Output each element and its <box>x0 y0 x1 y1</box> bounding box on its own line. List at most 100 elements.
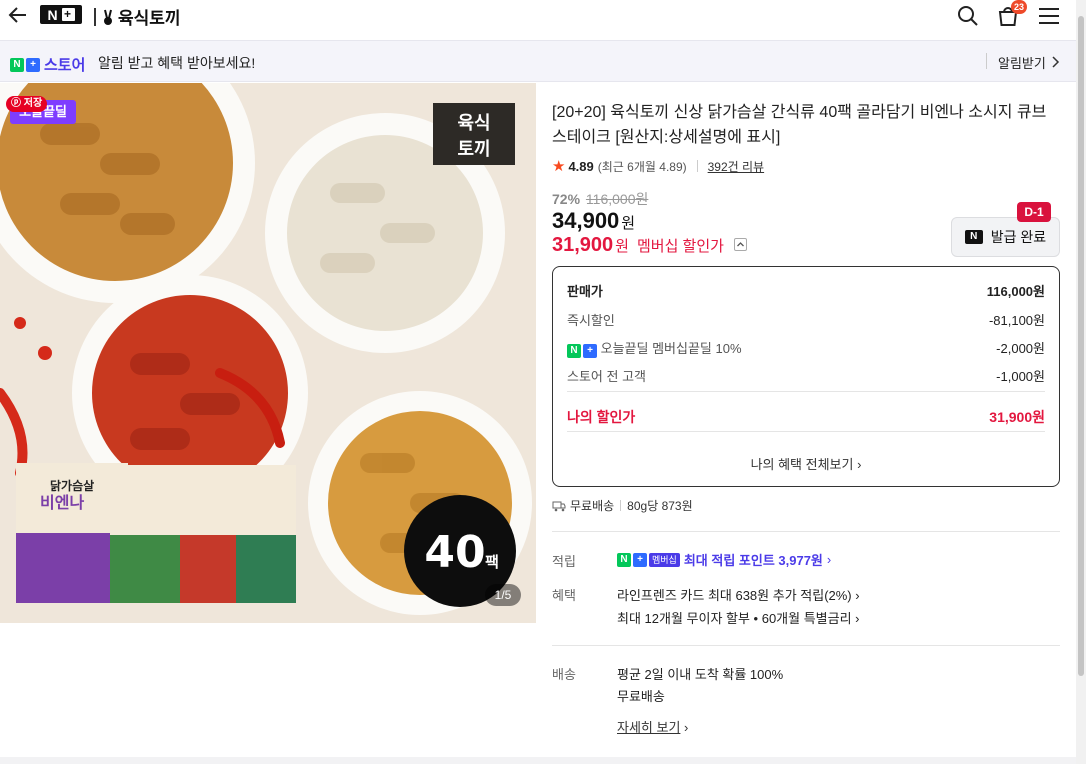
all-benefits-label: 나의 혜택 전체보기 <box>750 457 854 472</box>
chevron-right-icon[interactable] <box>1050 55 1060 69</box>
delivery-label: 배송 <box>552 667 576 682</box>
image-pager: 1/5 <box>485 584 521 606</box>
naver-plus-logo[interactable]: N + <box>40 5 82 24</box>
card-benefit-link[interactable]: 라인프렌즈 카드 최대 638원 추가 적립(2%) › <box>617 585 860 604</box>
store-label: 스토어 <box>44 57 86 74</box>
svg-text:비엔나: 비엔나 <box>40 493 84 512</box>
delivery-probability: 평균 2일 이내 도착 확률 100% <box>617 667 784 682</box>
brand-name: 육식토끼 <box>118 9 181 28</box>
breakdown-value: -81,100원 <box>988 313 1045 328</box>
chevron-right-icon: › <box>684 720 689 735</box>
member-price-unit: 원 <box>615 238 629 255</box>
top-header: N + 육식토끼 23 <box>0 0 1076 32</box>
chevron-right-icon: › <box>826 552 832 567</box>
original-price: 116,000원 <box>585 191 649 207</box>
svg-text:토끼: 토끼 <box>457 139 490 160</box>
star-icon: ★ <box>552 158 566 175</box>
breakdown-label: 즉시할인 <box>567 313 615 328</box>
breakdown-row: N + 오늘끝딜 멤버십끝딜 10% -2,000원 <box>567 338 1045 358</box>
chevron-up-icon[interactable] <box>733 238 747 252</box>
bottom-band <box>0 757 1076 764</box>
back-arrow-icon[interactable] <box>6 3 30 27</box>
subscribe-alarm-button[interactable]: 알림받기 <box>998 53 1046 72</box>
food-photo-illustration: 육식 토끼 닭가슴살 비엔나 40 팩 <box>0 83 536 623</box>
store-brand[interactable]: 육식토끼 <box>94 4 181 29</box>
unit-price: 80g당 873원 <box>627 499 693 513</box>
breakdown-value: 116,000원 <box>986 284 1045 299</box>
price-breakdown-box: 판매가 116,000원 즉시할인 -81,100원 N + 오늘끝딜 멤버십끝딜 1… <box>552 266 1060 487</box>
plus-icon: + <box>583 344 597 358</box>
delivery-detail-link[interactable]: 자세히 보기 › <box>617 717 688 736</box>
pinterest-save-button[interactable]: ⓟ 저장 <box>6 96 48 112</box>
breakdown-label-wrap: N + 오늘끝딜 멤버십끝딜 10% <box>567 338 742 358</box>
breakdown-value: -1,000원 <box>996 369 1045 384</box>
installment-benefit-text: 최대 12개월 무이자 할부 • 60개월 특별금리 <box>617 611 852 626</box>
save-label: 저장 <box>23 98 43 109</box>
nplus-store-logo: N + 스토어 <box>10 54 85 75</box>
svg-text:닭가슴살: 닭가슴살 <box>50 478 94 493</box>
rating-recent: (최근 6개월 4.89) <box>598 158 687 175</box>
search-icon[interactable] <box>955 3 981 29</box>
breakdown-label: 오늘끝딜 멤버십끝딜 10% <box>600 341 742 356</box>
vertical-scrollbar[interactable] <box>1076 0 1086 764</box>
shipping-row: 무료배송 80g당 873원 <box>552 497 693 514</box>
rating-score: 4.89 <box>568 158 594 174</box>
breakdown-value: -2,000원 <box>996 341 1045 356</box>
truck-icon <box>552 501 566 511</box>
naver-n-icon: N <box>964 230 983 244</box>
notice-divider <box>986 53 987 69</box>
menu-icon[interactable] <box>1036 3 1062 29</box>
max-points-text: 최대 적립 포인트 3,977원 <box>683 553 823 568</box>
rating-divider <box>696 160 698 172</box>
coupon-issued-button[interactable]: N 발급 완료 <box>951 217 1060 257</box>
cart-count-badge: 23 <box>1011 0 1027 14</box>
brand-divider <box>94 7 96 26</box>
breakdown-divider <box>567 391 1045 392</box>
member-price-label: 멤버십 할인가 <box>636 238 724 255</box>
rabbit-logo-icon <box>104 9 112 25</box>
breakdown-row: 판매가 116,000원 <box>567 281 1045 300</box>
sale-price: 34,900 원 <box>552 208 635 234</box>
breakdown-label: 스토어 전 고객 <box>567 369 646 384</box>
card-benefit-text: 라인프렌즈 카드 최대 638원 추가 적립(2%) <box>617 588 852 603</box>
product-title: [20+20] 육식토끼 신상 닭가슴살 간식류 40팩 골라담기 비엔나 소시… <box>552 104 1047 146</box>
installment-benefit-link[interactable]: 최대 12개월 무이자 할부 • 60개월 특별금리 › <box>617 608 860 627</box>
review-count-link[interactable]: 392건 리뷰 <box>708 158 764 175</box>
rating-recent-close: ) <box>682 159 687 174</box>
svg-text:팩: 팩 <box>485 553 499 571</box>
naver-n-icon: N <box>10 57 24 72</box>
section-divider <box>552 645 1060 646</box>
sale-price-value: 34,900 <box>552 208 620 233</box>
svg-text:육식: 육식 <box>457 113 490 134</box>
all-benefits-link[interactable]: 나의 혜택 전체보기 › <box>553 454 1059 473</box>
sale-price-unit: 원 <box>621 215 636 232</box>
dday-badge: D-1 <box>1017 202 1051 222</box>
membership-badge: 멤버십 <box>649 552 680 567</box>
benefits-label: 혜택 <box>552 588 576 603</box>
chevron-right-icon: › <box>855 611 860 626</box>
my-discount-row: 나의 할인가 31,900원 <box>567 407 1045 427</box>
naver-n-icon: N <box>617 552 631 567</box>
discount-row: 72% 116,000원 <box>552 189 648 209</box>
member-price-row[interactable]: 31,900 원 멤버십 할인가 <box>552 234 747 257</box>
svg-text:40: 40 <box>424 527 485 578</box>
rating-row: ★ 4.89 (최근 6개월 4.89) 392건 리뷰 <box>552 157 764 175</box>
member-price-value: 31,900 <box>552 234 614 256</box>
my-discount-value: 31,900원 <box>989 409 1045 425</box>
my-discount-label: 나의 할인가 <box>567 409 636 425</box>
plus-icon: + <box>633 552 647 567</box>
product-image[interactable]: 육식 토끼 닭가슴살 비엔나 40 팩 <box>0 83 536 623</box>
points-link[interactable]: N + 멤버십 최대 적립 포인트 3,977원 › <box>617 550 831 569</box>
notification-bar[interactable]: N + 스토어 알림 받고 혜택 받아보세요! 알림받기 <box>0 40 1076 82</box>
discount-percent: 72% <box>552 191 581 207</box>
scrollbar-thumb[interactable] <box>1078 16 1084 676</box>
shipping-divider <box>620 500 622 511</box>
chevron-right-icon: › <box>855 588 860 603</box>
coupon-label: 발급 완료 <box>990 229 1047 245</box>
section-divider <box>552 531 1060 532</box>
breakdown-row: 즉시할인 -81,100원 <box>567 310 1045 329</box>
breakdown-row: 스토어 전 고객 -1,000원 <box>567 366 1045 385</box>
free-shipping-label: 무료배송 <box>570 499 615 513</box>
delivery-free: 무료배송 <box>617 689 665 704</box>
naver-n-icon: N <box>567 344 581 358</box>
